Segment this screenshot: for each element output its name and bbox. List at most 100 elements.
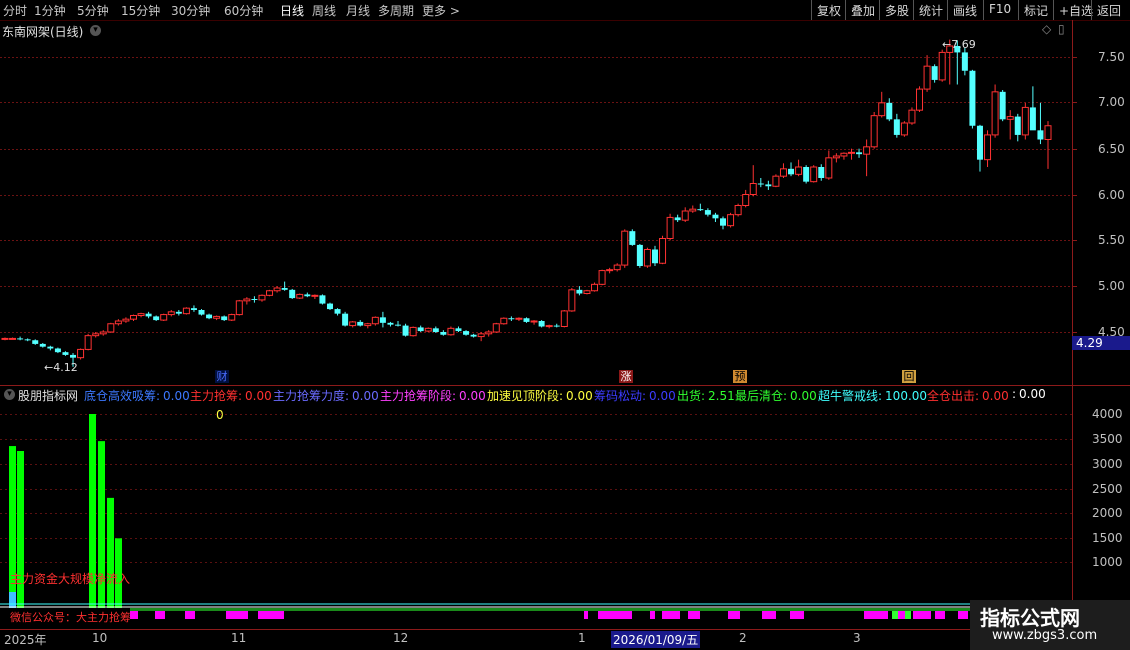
indicator-menu-icon[interactable]: ▾: [4, 389, 15, 400]
candle-body: [893, 119, 900, 135]
candle-body: [795, 166, 803, 175]
candle-body: [1006, 116, 1014, 120]
toolbar-button-3[interactable]: 统计: [913, 0, 947, 20]
x-label-2025: 2025年: [4, 633, 47, 647]
period-tab-4[interactable]: 30分钟: [171, 2, 210, 19]
candle-body: [485, 331, 493, 335]
candle-body: [923, 65, 931, 90]
axis-border: [1072, 20, 1073, 650]
candle-body: [17, 338, 24, 340]
period-tab-2[interactable]: 5分钟: [77, 2, 109, 19]
candle-body: [243, 298, 251, 302]
candle-body: [364, 323, 372, 327]
candle-body: [1037, 130, 1044, 140]
low-price-label: ←4.12: [44, 361, 78, 374]
period-tab-9[interactable]: 多周期: [378, 2, 414, 19]
candle-body: [553, 325, 560, 327]
period-tab-10[interactable]: 更多 >: [422, 2, 460, 19]
candle-body: [447, 327, 455, 336]
marker-forecast[interactable]: 预: [733, 370, 747, 383]
toolbar-button-8[interactable]: 返回: [1091, 0, 1125, 20]
toolbar-button-4[interactable]: 画线: [947, 0, 981, 20]
candle-body: [674, 217, 681, 221]
candle-body: [32, 340, 39, 344]
candle-body: [825, 157, 833, 179]
candle-body: [296, 293, 304, 299]
candle-body: [1021, 106, 1029, 136]
current-price-tag: 4.29: [1072, 336, 1130, 350]
candle-body: [266, 290, 274, 296]
indicator-magenta-block: [958, 611, 968, 619]
marker-buyback[interactable]: 回: [902, 370, 916, 383]
candle-body: [440, 332, 447, 335]
period-tab-0[interactable]: 分时: [3, 2, 27, 19]
indicator-chart: [0, 414, 1072, 619]
price-tick: [1072, 102, 1077, 103]
period-tab-5[interactable]: 60分钟: [224, 2, 263, 19]
indicator-tick-label: 4000: [1092, 407, 1123, 421]
candle-body: [568, 289, 576, 312]
candle-body: [681, 210, 689, 221]
indicator-tick-label: 3000: [1092, 457, 1123, 471]
watermark-title: 指标公式网: [980, 606, 1080, 630]
candle-body: [931, 66, 938, 80]
candle-body: [765, 184, 772, 187]
annotation-inflow: 主力资金大规模净流入: [10, 572, 131, 586]
candle-body: [145, 313, 152, 317]
period-tab-7[interactable]: 周线: [312, 2, 336, 19]
period-tab-6[interactable]: 日线: [280, 2, 304, 19]
marker-finance[interactable]: 财: [215, 370, 229, 383]
x-label-oct: 10: [92, 631, 108, 645]
candle-body: [455, 328, 462, 332]
candle-body: [886, 102, 893, 120]
indicator-magenta-block: [688, 611, 700, 619]
candle-body: [720, 218, 727, 226]
period-tab-1[interactable]: 1分钟: [34, 2, 66, 19]
candle-body: [591, 283, 599, 292]
indicator-magenta-block: [598, 611, 632, 619]
toolbar-button-6[interactable]: 标记: [1018, 0, 1052, 20]
candle-body: [114, 320, 122, 325]
candle-body: [530, 320, 538, 323]
candle-body: [870, 115, 878, 148]
indicator-tick-label: 2000: [1092, 506, 1123, 520]
candle-body: [9, 337, 17, 340]
toolbar-button-1[interactable]: 叠加: [845, 0, 879, 20]
candle-body: [213, 315, 221, 319]
watermark-url: www.zbgs3.com: [992, 628, 1098, 643]
annotation-wechat: 微信公众号：大主力抢筹: [10, 611, 131, 624]
period-tab-3[interactable]: 15分钟: [121, 2, 160, 19]
candle-body: [342, 313, 349, 326]
candle-body: [659, 238, 667, 264]
candle-body: [900, 122, 908, 136]
indicator-item-value: 0.00: [1019, 387, 1046, 401]
toolbar-button-5[interactable]: F10: [983, 0, 1015, 20]
candlestick-chart: [1, 39, 1052, 367]
price-tick: [1072, 57, 1077, 58]
candle-body: [689, 208, 697, 212]
candle-body: [583, 290, 591, 294]
x-label-cursor-date: 2026/01/09/五: [611, 631, 701, 648]
candle-body: [742, 194, 750, 206]
candle-body: [651, 249, 658, 264]
candle-body: [545, 325, 553, 328]
toolbar-button-2[interactable]: 多股: [879, 0, 913, 20]
x-label-dec: 12: [393, 631, 409, 645]
candle-body: [77, 348, 85, 359]
candle-body: [916, 88, 924, 111]
marker-limit-up[interactable]: 涨: [619, 370, 633, 383]
candle-body: [182, 307, 190, 315]
candle-body: [47, 346, 54, 349]
indicator-item: :0.00: [1012, 387, 1046, 401]
indicator-magenta-block: [790, 611, 804, 619]
toolbar-button-0[interactable]: 复权: [811, 0, 845, 20]
candle-body: [477, 333, 485, 338]
candle-body: [228, 314, 236, 321]
candle-body: [273, 287, 281, 292]
indicator-baseline-strip: [130, 608, 1070, 611]
candle-body: [357, 321, 364, 326]
candle-body: [349, 321, 357, 327]
period-tab-8[interactable]: 月线: [346, 2, 370, 19]
indicator-magenta-block: [662, 611, 680, 619]
candle-body: [976, 125, 983, 160]
